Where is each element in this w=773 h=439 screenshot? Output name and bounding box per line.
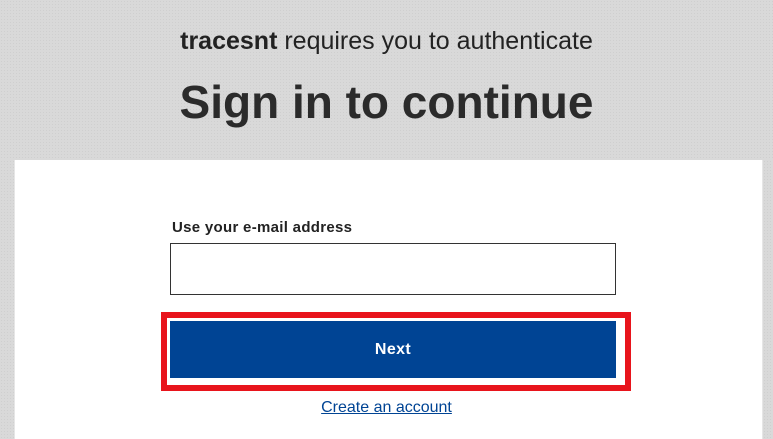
page-title: Sign in to continue (179, 76, 594, 128)
next-button[interactable]: Next (170, 321, 616, 378)
auth-subtitle-text: requires you to authenticate (277, 27, 593, 55)
auth-subtitle: tracesnt requires you to authenticate (0, 26, 773, 56)
app-name: tracesnt (180, 27, 278, 55)
email-label: Use your e-mail address (172, 219, 353, 236)
create-account-link[interactable]: Create an account (0, 398, 773, 418)
email-field[interactable] (170, 243, 616, 295)
